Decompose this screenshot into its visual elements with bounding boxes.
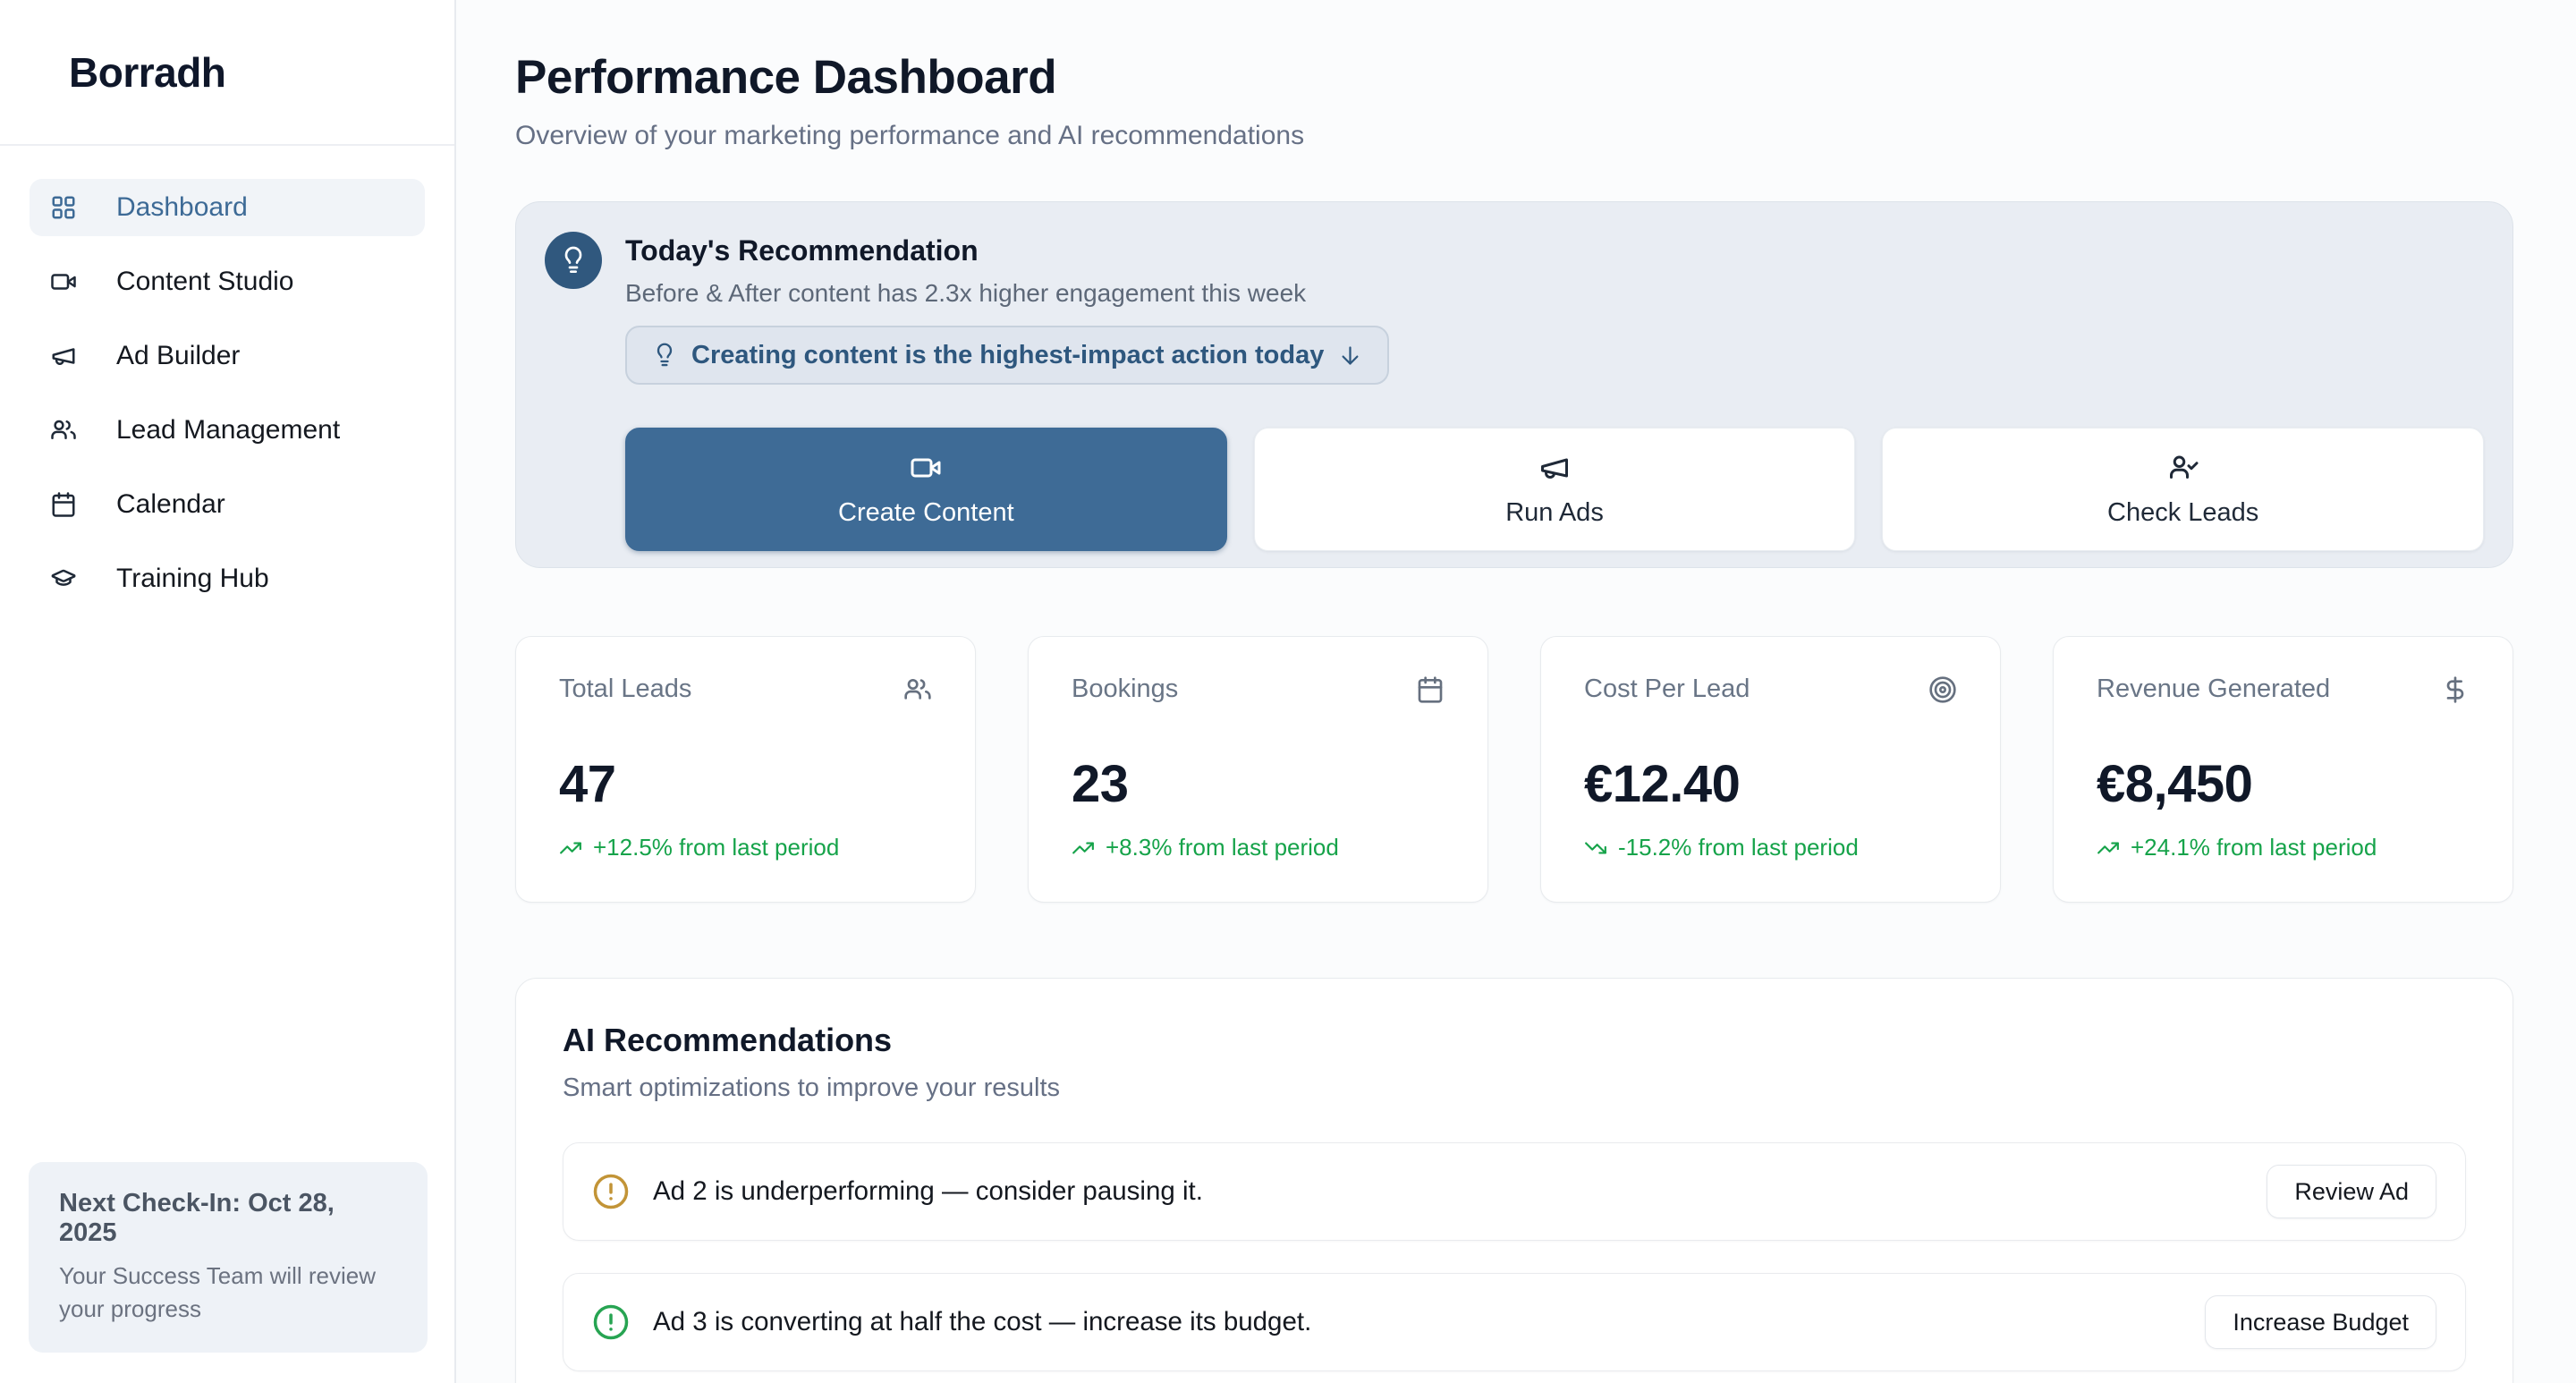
trending-down-icon — [1584, 836, 1607, 860]
sidebar-item-content-studio[interactable]: Content Studio — [30, 253, 425, 310]
sidebar-item-label: Content Studio — [116, 267, 293, 297]
sidebar-item-lead-management[interactable]: Lead Management — [30, 402, 425, 459]
stat-change: +12.5% from last period — [559, 834, 932, 861]
brand-logo: Borradh — [69, 48, 225, 97]
lightbulb-icon — [559, 246, 588, 275]
banner-actions: Create Content Run Ads Check Leads — [625, 428, 2484, 551]
stat-value: 23 — [1072, 754, 1445, 814]
sidebar-nav: Dashboard Content Studio Ad Builder Lead… — [0, 146, 454, 607]
page-subtitle: Overview of your marketing performance a… — [515, 121, 2513, 151]
sidebar-item-label: Calendar — [116, 489, 225, 520]
page-header: Performance Dashboard Overview of your m… — [515, 0, 2513, 151]
megaphone-icon — [1538, 452, 1571, 484]
calendar-icon — [50, 491, 77, 518]
action-label: Create Content — [838, 498, 1014, 528]
stat-value: €8,450 — [2097, 754, 2470, 814]
stats-row: Total Leads 47 +12.5% from last period B… — [515, 636, 2513, 903]
stat-label: Revenue Generated — [2097, 675, 2330, 704]
ai-recommendations-title: AI Recommendations — [563, 1022, 2466, 1059]
insight-pill[interactable]: Creating content is the highest-impact a… — [625, 326, 1389, 385]
layout-grid-icon — [50, 194, 77, 221]
sidebar-item-calendar[interactable]: Calendar — [30, 476, 425, 533]
sidebar: Borradh Dashboard Content Studio Ad Buil… — [0, 0, 456, 1383]
brand-header: Borradh — [0, 0, 454, 146]
lightbulb-icon — [652, 343, 677, 368]
check-leads-button[interactable]: Check Leads — [1882, 428, 2484, 551]
todays-recommendation-banner: Today's Recommendation Before & After co… — [515, 201, 2513, 568]
alert-circle-icon — [592, 1173, 630, 1210]
trending-up-icon — [559, 836, 582, 860]
stat-change-text: +24.1% from last period — [2131, 834, 2377, 861]
stat-change-text: +8.3% from last period — [1106, 834, 1339, 861]
insight-pill-label: Creating content is the highest-impact a… — [691, 341, 1324, 370]
next-checkin-subtitle: Your Success Team will review your progr… — [59, 1260, 397, 1326]
target-icon — [1928, 675, 1957, 704]
stat-change: -15.2% from last period — [1584, 834, 1957, 861]
action-label: Check Leads — [2107, 498, 2258, 528]
stat-label: Total Leads — [559, 675, 691, 704]
recommendation-text: Ad 2 is underperforming — consider pausi… — [653, 1176, 1203, 1207]
graduation-cap-icon — [50, 565, 77, 592]
sidebar-item-ad-builder[interactable]: Ad Builder — [30, 327, 425, 385]
stat-label: Bookings — [1072, 675, 1178, 704]
stat-change: +8.3% from last period — [1072, 834, 1445, 861]
banner-subtitle: Before & After content has 2.3x higher e… — [625, 279, 2484, 308]
alert-circle-icon — [592, 1303, 630, 1341]
run-ads-button[interactable]: Run Ads — [1254, 428, 1856, 551]
increase-budget-button[interactable]: Increase Budget — [2205, 1295, 2436, 1349]
stat-label: Cost Per Lead — [1584, 675, 1750, 704]
stat-change-text: +12.5% from last period — [593, 834, 839, 861]
video-camera-icon — [910, 452, 942, 484]
ai-recommendations-card: AI Recommendations Smart optimizations t… — [515, 978, 2513, 1383]
ai-recommendations-subtitle: Smart optimizations to improve your resu… — [563, 1073, 2466, 1103]
stat-card-total-leads: Total Leads 47 +12.5% from last period — [515, 636, 976, 903]
calendar-icon — [1416, 675, 1445, 704]
trending-up-icon — [2097, 836, 2120, 860]
sidebar-item-training-hub[interactable]: Training Hub — [30, 550, 425, 607]
recommendation-row-ad3: Ad 3 is converting at half the cost — in… — [563, 1273, 2466, 1371]
sidebar-item-dashboard[interactable]: Dashboard — [30, 179, 425, 236]
banner-title: Today's Recommendation — [625, 234, 2484, 267]
users-icon — [903, 675, 932, 704]
action-label: Run Ads — [1505, 498, 1604, 528]
page-title: Performance Dashboard — [515, 50, 2513, 105]
ai-recommendations-list: Ad 2 is underperforming — consider pausi… — [563, 1142, 2466, 1371]
megaphone-icon — [50, 343, 77, 369]
stat-change: +24.1% from last period — [2097, 834, 2470, 861]
recommendation-row-ad2: Ad 2 is underperforming — consider pausi… — [563, 1142, 2466, 1241]
stat-value: €12.40 — [1584, 754, 1957, 814]
next-checkin-title: Next Check-In: Oct 28, 2025 — [59, 1189, 397, 1248]
arrow-down-icon — [1338, 344, 1362, 368]
banner-body: Today's Recommendation Before & After co… — [625, 229, 2484, 551]
sidebar-item-label: Ad Builder — [116, 341, 240, 371]
recommendation-text: Ad 3 is converting at half the cost — in… — [653, 1307, 1311, 1337]
next-checkin-card: Next Check-In: Oct 28, 2025 Your Success… — [29, 1162, 428, 1353]
review-ad-button[interactable]: Review Ad — [2267, 1165, 2436, 1218]
stat-card-revenue: Revenue Generated €8,450 +24.1% from las… — [2053, 636, 2513, 903]
stat-change-text: -15.2% from last period — [1618, 834, 1859, 861]
main-content: Performance Dashboard Overview of your m… — [456, 0, 2576, 1383]
trending-up-icon — [1072, 836, 1095, 860]
lightbulb-badge — [545, 232, 602, 289]
video-camera-icon — [50, 268, 77, 295]
sidebar-item-label: Lead Management — [116, 415, 340, 445]
dollar-sign-icon — [2441, 675, 2470, 704]
sidebar-item-label: Dashboard — [116, 192, 248, 223]
user-check-icon — [2167, 452, 2199, 484]
users-icon — [50, 417, 77, 444]
stat-value: 47 — [559, 754, 932, 814]
sidebar-item-label: Training Hub — [116, 564, 269, 594]
stat-card-bookings: Bookings 23 +8.3% from last period — [1028, 636, 1488, 903]
create-content-button[interactable]: Create Content — [625, 428, 1227, 551]
stat-card-cost-per-lead: Cost Per Lead €12.40 -15.2% from last pe… — [1540, 636, 2001, 903]
